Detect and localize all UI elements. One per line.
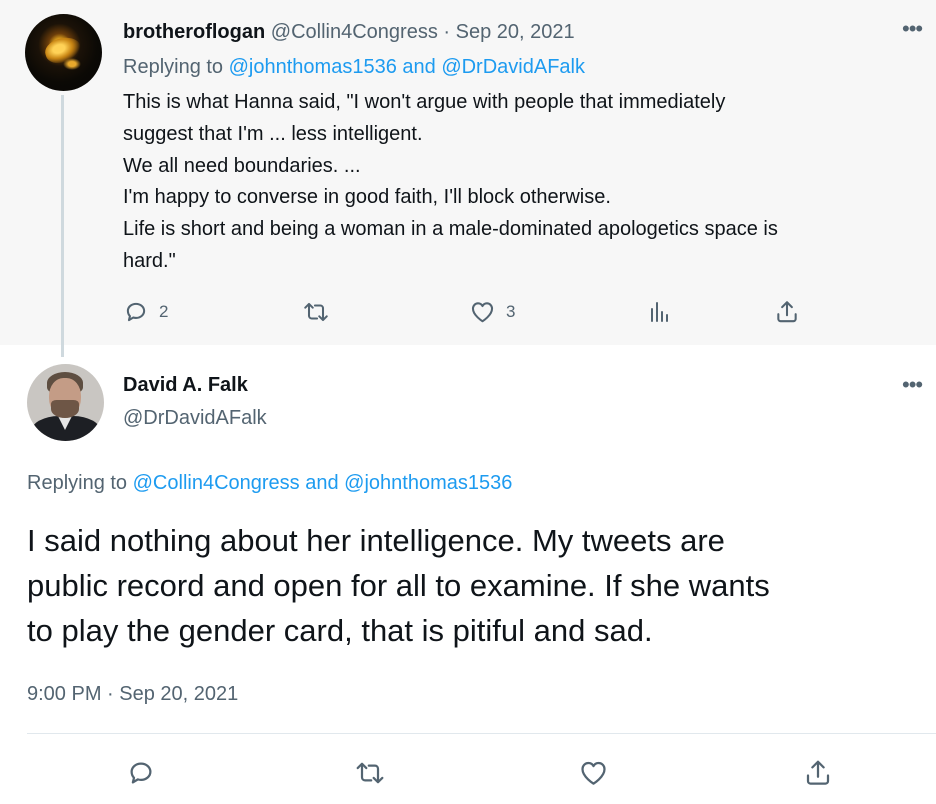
- share-icon: [806, 760, 830, 785]
- parent-replying-to: Replying to @johnthomas1536 and @DrDavid…: [123, 54, 585, 80]
- retweet-icon: [356, 762, 384, 784]
- parent-more-options-icon[interactable]: •••: [902, 18, 923, 40]
- parent-retweet-button[interactable]: [302, 296, 330, 328]
- parent-reply-button[interactable]: 2: [123, 296, 168, 328]
- parent-separator: ·: [437, 21, 456, 43]
- main-action-bar: [0, 756, 936, 790]
- main-reply-button[interactable]: [126, 756, 156, 790]
- action-divider: [27, 733, 936, 734]
- parent-date[interactable]: Sep 20, 2021: [456, 21, 575, 43]
- parent-text-line: This is what Hanna said, "I won't argue …: [123, 91, 726, 113]
- main-retweet-button[interactable]: [354, 756, 386, 790]
- main-tweet-text: I said nothing about her intelligence. M…: [27, 518, 927, 653]
- retweet-icon: [304, 302, 328, 322]
- main-text-line: to play the gender card, that is pitiful…: [27, 613, 653, 648]
- parent-display-name[interactable]: brotheroflogan: [123, 21, 265, 43]
- main-timestamp[interactable]: 9:00 PM · Sep 20, 2021: [27, 680, 238, 708]
- main-text-line: I said nothing about her intelligence. M…: [27, 523, 725, 558]
- main-text-line: public record and open for all to examin…: [27, 568, 770, 603]
- main-handle[interactable]: @DrDavidAFalk: [123, 405, 267, 431]
- parent-text-line: We all need boundaries. ...: [123, 154, 361, 177]
- main-mention-collin4congress[interactable]: @Collin4Congress: [133, 472, 300, 494]
- parent-text-line: hard.": [123, 249, 176, 272]
- parent-like-count: 3: [506, 302, 516, 321]
- parent-text-line: suggest that I'm ... less intelligent.: [123, 122, 423, 145]
- main-replying-prefix: Replying to: [27, 472, 133, 494]
- reply-icon: [130, 762, 152, 784]
- parent-text-line: I'm happy to converse in good faith, I'l…: [123, 186, 611, 209]
- main-replying-to: Replying to @Collin4Congress and @johnth…: [27, 469, 512, 497]
- parent-action-bar: 2 3: [0, 296, 936, 328]
- parent-replying-and[interactable]: and: [397, 56, 441, 78]
- parent-mention-drdavidafalk[interactable]: @DrDavidAFalk: [441, 56, 585, 78]
- tweet-thread: brotheroflogan @Collin4Congress · Sep 20…: [0, 0, 936, 804]
- parent-avatar[interactable]: [25, 14, 102, 91]
- parent-text-line: Life is short and being a woman in a mal…: [123, 218, 778, 241]
- analytics-icon: [651, 302, 668, 322]
- parent-analytics-button[interactable]: [648, 296, 672, 328]
- parent-share-button[interactable]: [774, 296, 800, 328]
- avatar-beard: [51, 400, 79, 418]
- main-mention-johnthomas1536[interactable]: @johnthomas1536: [344, 472, 512, 494]
- parent-tweet-text: This is what Hanna said, "I won't argue …: [123, 87, 923, 278]
- reply-icon: [126, 302, 146, 322]
- main-replying-and[interactable]: and: [300, 472, 344, 494]
- parent-like-button[interactable]: 3: [469, 296, 515, 328]
- main-avatar[interactable]: [27, 364, 104, 441]
- parent-replying-prefix: Replying to: [123, 56, 229, 78]
- parent-mention-johnthomas1536[interactable]: @johnthomas1536: [229, 56, 397, 78]
- main-like-button[interactable]: [578, 756, 609, 790]
- main-display-name[interactable]: David A. Falk: [123, 372, 248, 398]
- parent-reply-count: 2: [159, 302, 169, 321]
- heart-icon: [581, 761, 606, 785]
- parent-tweet[interactable]: brotheroflogan @Collin4Congress · Sep 20…: [0, 0, 936, 357]
- main-more-options-icon[interactable]: •••: [902, 374, 923, 396]
- heart-icon: [471, 302, 494, 323]
- main-share-button[interactable]: [803, 756, 833, 790]
- parent-tweet-header: brotheroflogan @Collin4Congress · Sep 20…: [123, 19, 575, 45]
- share-icon: [777, 301, 797, 323]
- parent-handle[interactable]: @Collin4Congress: [271, 21, 438, 43]
